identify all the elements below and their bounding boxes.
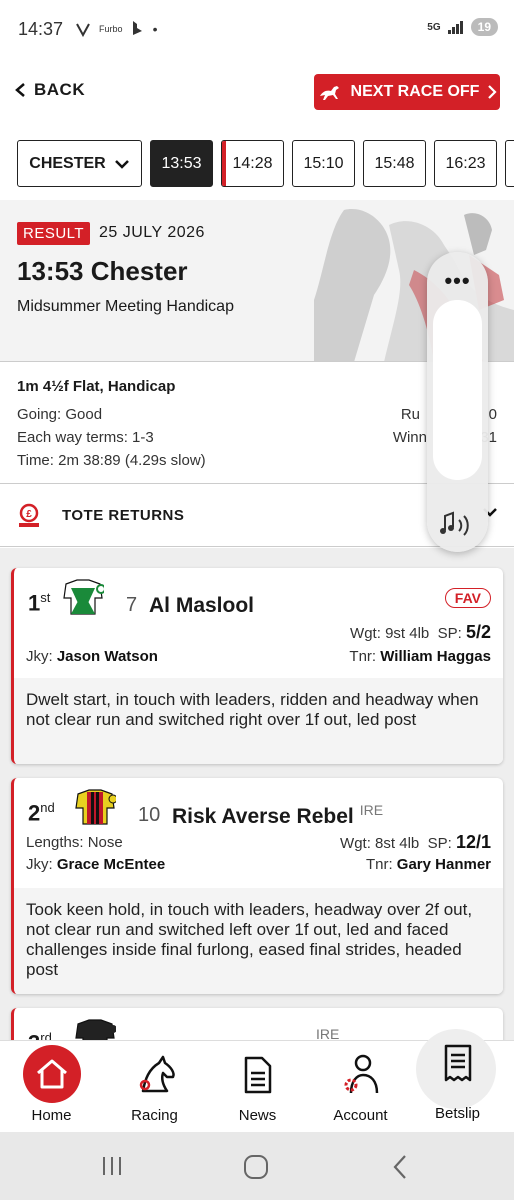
jockey-silks-icon <box>63 579 104 615</box>
status-app-label: Furbo <box>99 24 123 34</box>
winnings-label: Winn <box>392 429 427 446</box>
nav-account-label: Account <box>333 1107 388 1124</box>
race-type: 1m 4½f Flat, Handicap <box>17 378 176 395</box>
weight-sp: Wgt: 8st 4lb SP: 12/1 <box>340 832 491 852</box>
race-time-tab[interactable]: 13:53 <box>150 140 213 187</box>
signal-icon <box>447 21 463 34</box>
result-card[interactable]: 2nd 10 Risk Averse Rebel IRE Lengths: Nos… <box>11 778 503 994</box>
status-bar: 14:37 Furbo • 5G 19 <box>0 0 514 58</box>
jockey: Jky: Jason Watson <box>26 648 158 665</box>
race-time-tab-more[interactable] <box>505 140 514 187</box>
jockey-silks-icon <box>75 789 116 825</box>
floating-assistant-widget[interactable]: ••• <box>427 252 488 552</box>
network-label: 5G <box>427 21 441 33</box>
jockey: Jky: Grace McEntee <box>26 856 166 873</box>
tote-returns-label: TOTE RETURNS <box>62 507 185 524</box>
back-label: BACK <box>34 80 86 99</box>
system-nav-bar <box>0 1132 514 1200</box>
nav-racing-label: Racing <box>131 1107 178 1124</box>
next-race-label: NEXT RACE OFF <box>350 83 480 100</box>
header: BACK NEXT RACE OFF <box>0 72 514 112</box>
recent-apps-icon[interactable] <box>100 1154 124 1178</box>
nav-racing[interactable]: Racing <box>103 1041 206 1133</box>
more-options-icon[interactable]: ••• <box>427 268 488 294</box>
each-way-terms: Each way terms: 1-3 <box>17 429 154 446</box>
race-time-tab[interactable]: 14:28 <box>221 140 284 187</box>
vpn-icon <box>76 23 90 37</box>
result-card[interactable]: 1st 7 Al Maslool FAV Wgt: 9st 4lb SP: 5/… <box>11 568 503 764</box>
betslip-receipt-icon <box>444 1044 471 1082</box>
home-button-icon[interactable] <box>243 1154 269 1180</box>
race-selector: CHESTER 13:53 14:28 15:10 15:48 16:23 <box>17 140 514 187</box>
assistant-panel <box>433 300 482 480</box>
trainer: Tnr: William Haggas <box>349 648 491 665</box>
runners-value: 0 <box>488 406 497 423</box>
race-time: Time: 2m 38:89 (4.29s slow) <box>17 452 206 469</box>
race-time-tab[interactable]: 16:23 <box>434 140 497 187</box>
chevron-right-icon <box>488 85 497 99</box>
race-name: Midsummer Meeting Handicap <box>17 298 234 315</box>
next-race-button[interactable]: NEXT RACE OFF <box>314 74 500 110</box>
status-time: 14:37 <box>18 18 64 39</box>
nav-home-label: Home <box>31 1107 72 1124</box>
cloth-number: 10 <box>138 804 161 826</box>
cloth-number: 7 <box>126 594 138 616</box>
battery-badge: 19 <box>470 18 498 36</box>
course-dropdown[interactable]: CHESTER <box>17 140 142 187</box>
horse-racing-icon <box>319 86 339 100</box>
home-icon <box>36 1059 67 1089</box>
course-label: CHESTER <box>29 154 106 172</box>
runners-label: Ru <box>400 406 420 423</box>
nav-account[interactable]: Account <box>309 1041 412 1133</box>
back-button[interactable]: BACK <box>14 80 85 100</box>
tote-pound-icon: £ <box>19 503 39 527</box>
race-title: 13:53 Chester <box>17 256 188 286</box>
race-date: 25 JULY 2026 <box>99 224 205 241</box>
finish-position: 1st <box>28 590 51 616</box>
trainer: Tnr: Gary Hanmer <box>365 856 491 873</box>
svg-text:£: £ <box>26 509 32 520</box>
nav-home[interactable]: Home <box>0 1041 103 1133</box>
account-user-icon <box>344 1054 378 1094</box>
read-aloud-icon[interactable] <box>439 510 475 540</box>
notification-dot-icon: • <box>152 21 158 37</box>
nav-news-label: News <box>238 1107 277 1124</box>
bing-icon <box>132 21 142 35</box>
race-comment: Dwelt start, in touch with leaders, ridd… <box>14 678 503 764</box>
chevron-down-icon <box>114 159 129 169</box>
horse-name: Al Maslool <box>149 594 255 617</box>
result-badge: RESULT <box>17 222 91 245</box>
bottom-nav: Home Racing News Account Betslip <box>0 1029 514 1133</box>
nav-betslip-label: Betslip <box>434 1105 481 1122</box>
weight-sp: Wgt: 9st 4lb SP: 5/2 <box>350 622 491 642</box>
horse-name: Risk Averse Rebel IRE <box>172 802 384 828</box>
race-time-tab[interactable]: 15:10 <box>292 140 355 187</box>
nav-betslip[interactable]: Betslip <box>406 1041 509 1133</box>
race-time-tab[interactable]: 15:48 <box>363 140 426 187</box>
nav-news[interactable]: News <box>206 1041 309 1133</box>
fav-badge: FAV <box>444 588 491 608</box>
news-document-icon <box>244 1056 271 1094</box>
back-nav-icon[interactable] <box>390 1154 410 1180</box>
race-comment: Took keen hold, in touch with leaders, h… <box>14 888 503 994</box>
finish-position: 2nd <box>28 800 55 826</box>
going: Going: Good <box>17 406 103 423</box>
horse-head-icon <box>139 1055 175 1093</box>
chevron-left-icon <box>15 83 25 97</box>
lengths: Lengths: Nose <box>26 834 123 851</box>
horse-country: IRE <box>359 802 384 818</box>
